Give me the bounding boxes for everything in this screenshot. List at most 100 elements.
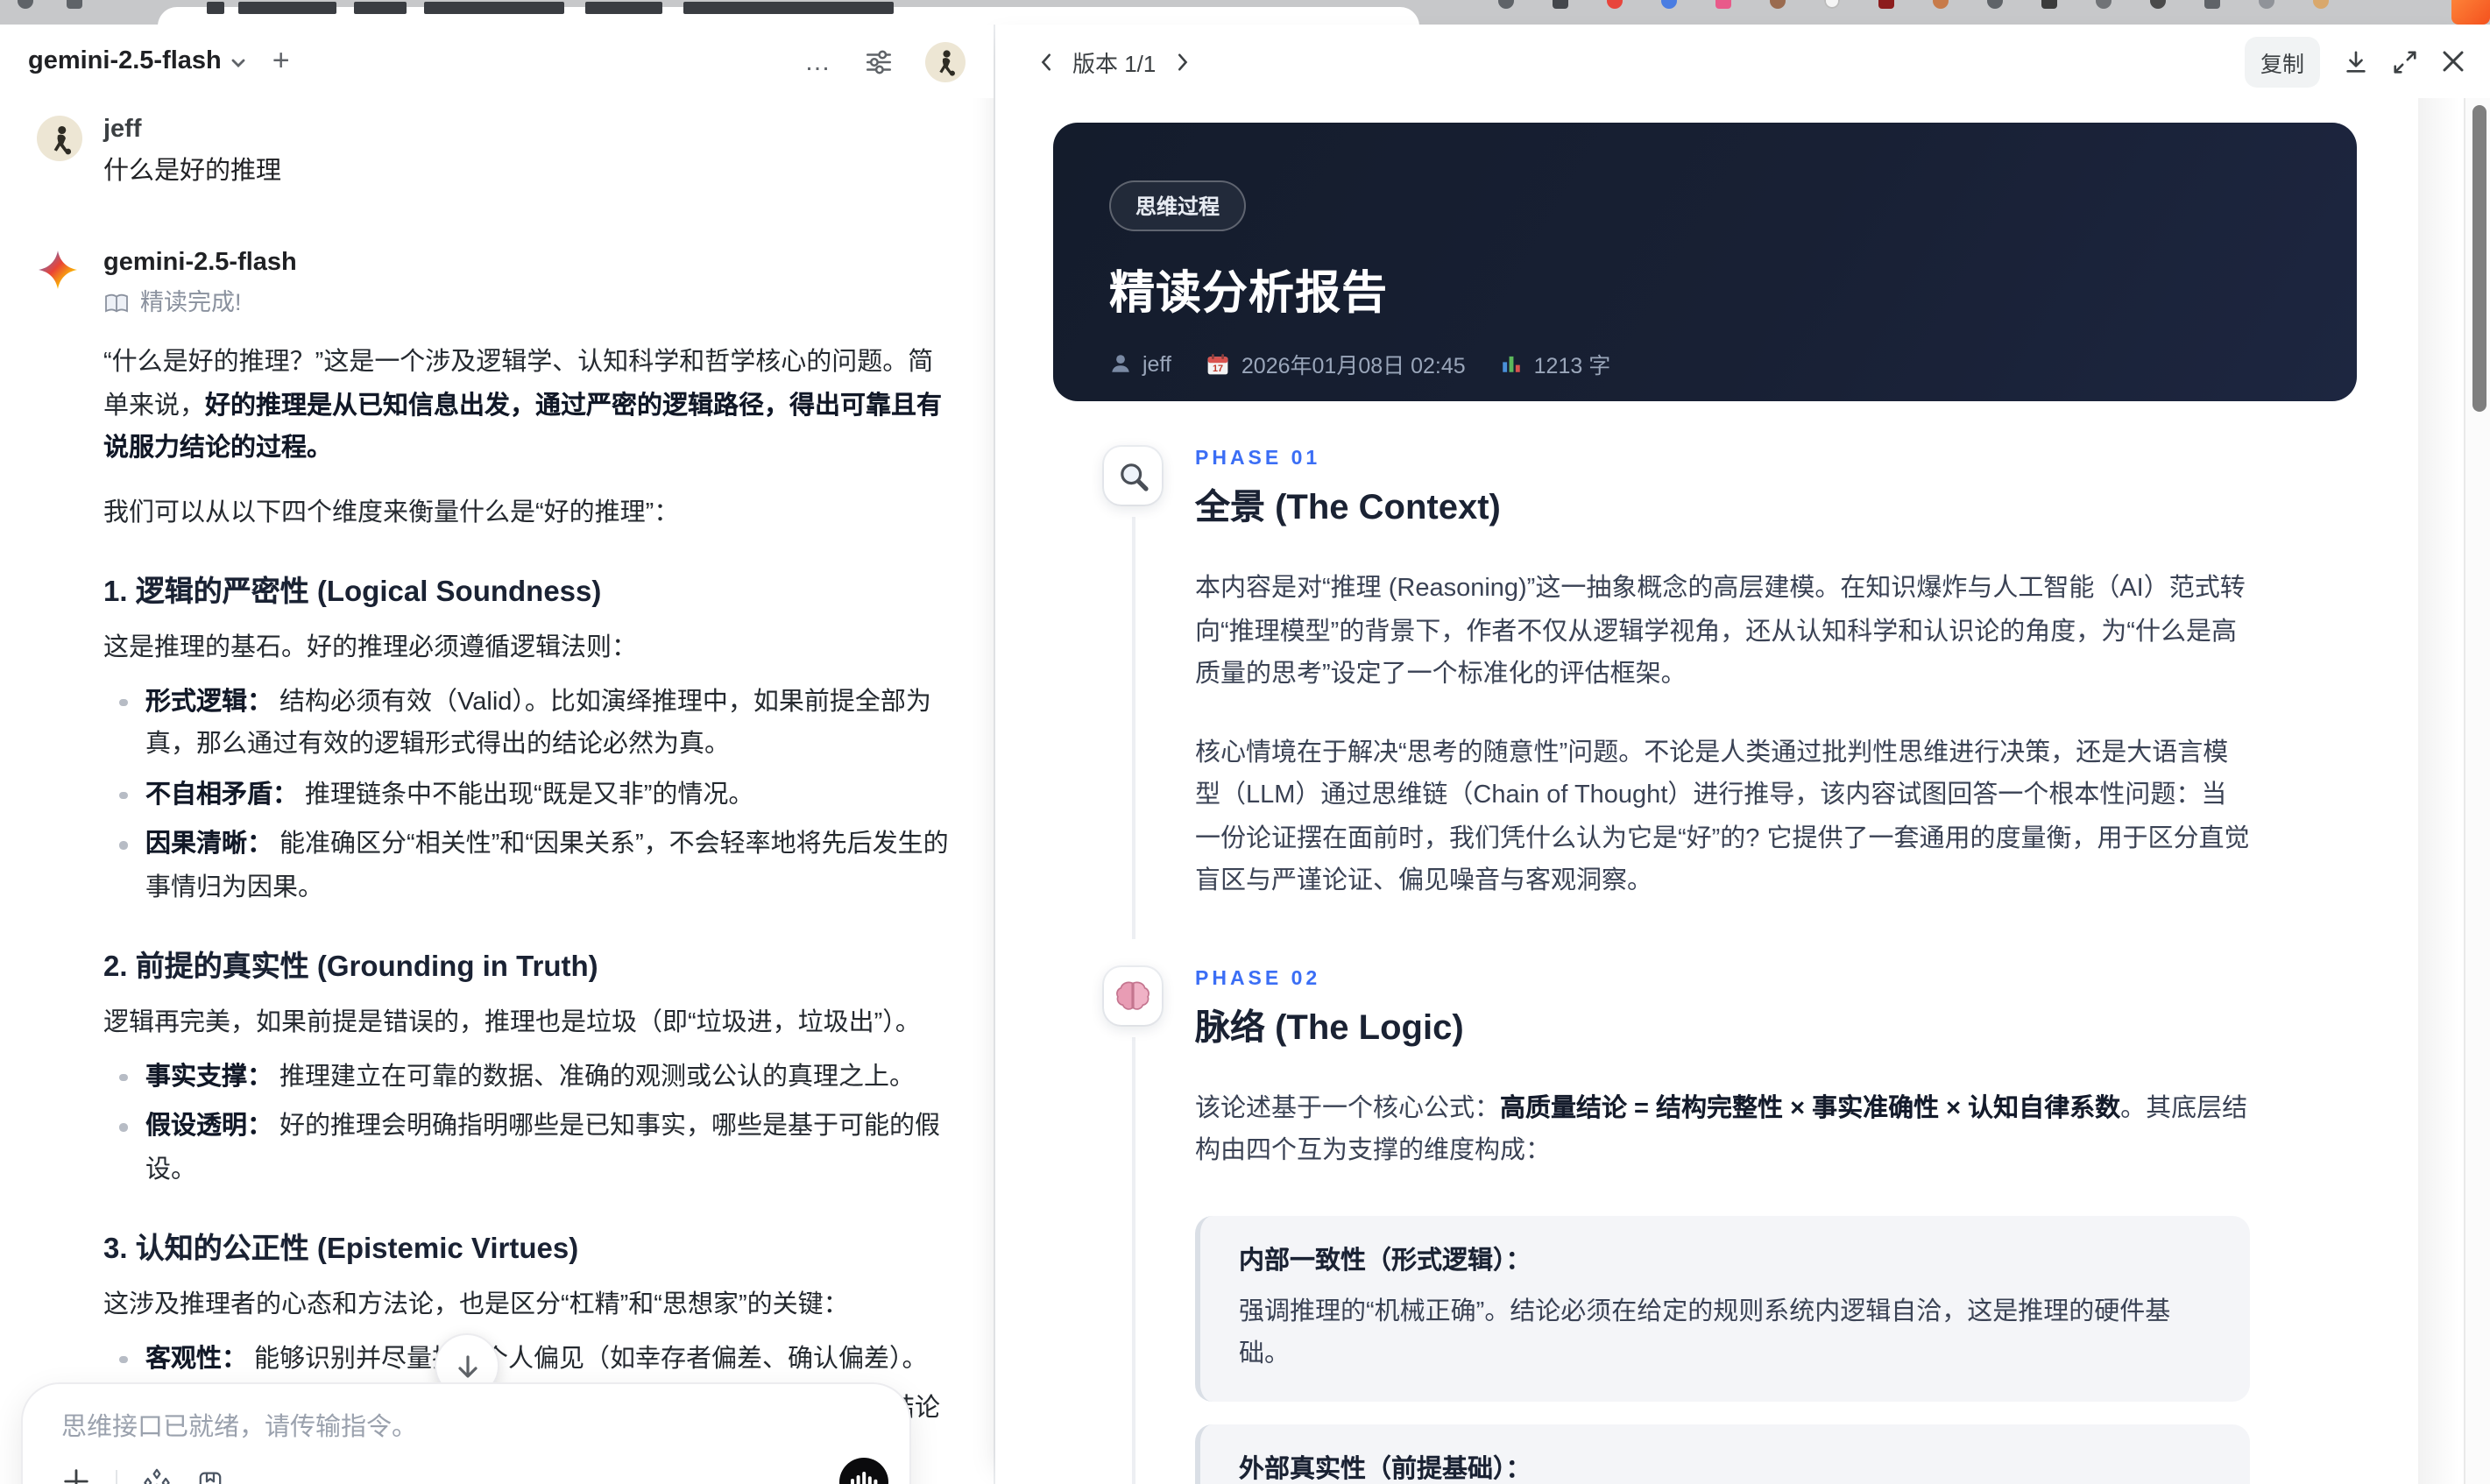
card-title: 内部一致性（形式逻辑）： — [1239, 1247, 1531, 1275]
chevron-down-icon — [232, 59, 246, 67]
user-avatar[interactable] — [925, 41, 966, 81]
app-window: gemini-2.5-flash + … jeff 什么是好的推理 gemini… — [0, 0, 2490, 1484]
user-message: jeff 什么是好的推理 — [37, 112, 959, 193]
chat-section-heading: 2. 前提的真实性 (Grounding in Truth) — [103, 951, 598, 983]
chat-section-heading: 3. 认知的公正性 (Epistemic Virtues) — [103, 1233, 579, 1265]
timeline-connector — [1132, 517, 1135, 938]
model-settings-icon[interactable] — [864, 46, 894, 76]
new-chat-button[interactable]: + — [272, 44, 290, 79]
tools-button[interactable] — [142, 1466, 172, 1484]
extension-icon-fragment — [1553, 0, 1568, 9]
model-selector[interactable]: gemini-2.5-flash — [28, 47, 248, 75]
browser-toolbar-strip — [0, 0, 2490, 25]
attach-button[interactable] — [61, 1466, 91, 1484]
voice-input-button[interactable] — [839, 1458, 888, 1484]
extension-icon-fragment — [1933, 0, 1949, 9]
chat-bullet-item: 不自相矛盾： 推理链条中不能出现“既是又非”的情况。 — [103, 774, 959, 816]
scrollbar-track[interactable] — [2464, 98, 2490, 1484]
extension-icon-fragment — [1770, 0, 1786, 9]
chat-message-list[interactable]: jeff 什么是好的推理 gemini-2.5-flash 精读完成! “什么是… — [0, 98, 994, 1484]
phase-card-list: 内部一致性（形式逻辑）： 强调推理的“机械正确”。结论必须在给定的规则系统内逻辑自… — [1195, 1215, 2250, 1484]
model-name: gemini-2.5-flash — [28, 47, 222, 75]
chat-bullet-item: 形式逻辑： 结构必须有效（Valid）。比如演绎推理中，如果前提全部为真，那么通… — [103, 681, 959, 767]
report-phase-section: PHASE 02 脉络 (The Logic) 该论述基于一个核心公式：高质量结论 … — [995, 966, 2418, 1484]
assistant-body: “什么是好的推理？”这是一个涉及逻辑学、认知科学和哲学核心的问题。简单来说，好的… — [103, 342, 959, 1484]
arrow-down-icon — [457, 1354, 477, 1377]
assistant-name: gemini-2.5-flash — [103, 249, 297, 277]
calendar-icon: 17 — [1208, 353, 1229, 374]
chat-section-heading: 1. 逻辑的严密性 (Logical Soundness) — [103, 576, 602, 608]
user-message-text: 什么是好的推理 — [103, 158, 281, 186]
chat-bullet-item: 事实支撑： 推理建立在可靠的数据、准确的观测或公认的真理之上。 — [103, 1056, 959, 1099]
timeline-connector — [1132, 1036, 1135, 1484]
phase-title: 脉络 (The Logic) — [1195, 1008, 1464, 1047]
report-meta: jeff 17 2026年01月08日 02:45 1213 字 — [1109, 347, 2301, 380]
download-button[interactable] — [2343, 48, 2369, 74]
artifact-header: 版本 1/1 复制 — [995, 25, 2490, 98]
chat-section-description: 这涉及推理者的心态和方法论，也是区分“杠精”和“思想家”的关键： — [103, 1291, 849, 1319]
chat-section-description: 这是推理的基石。好的推理必须遵循逻辑法则： — [103, 634, 637, 662]
assistant-status-text: 精读完成! — [140, 289, 242, 315]
browser-profile-blob — [2451, 0, 2490, 25]
report-hero: 思维过程 精读分析报告 jeff 17 2026年01月08日 02:45 121… — [1053, 123, 2357, 401]
report-phases: PHASE 01 全景 (The Context) 本内容是对“推理 (Reason… — [995, 447, 2418, 1484]
report-title: 精读分析报告 — [1109, 266, 1389, 319]
report-date: 2026年01月08日 02:45 — [1241, 354, 1466, 378]
user-avatar — [37, 116, 82, 161]
report-type-badge: 思维过程 — [1109, 180, 1247, 231]
expand-button[interactable] — [2392, 48, 2418, 74]
extension-icon-fragment — [2150, 0, 2166, 9]
bookmark-button[interactable] — [196, 1467, 224, 1484]
message-composer[interactable]: 思维接口已就绪，请传输指令。 — [21, 1382, 911, 1484]
report-phase-section: PHASE 01 全景 (The Context) 本内容是对“推理 (Reason… — [995, 447, 2418, 938]
book-icon — [105, 293, 128, 312]
assistant-lead-paragraph: 我们可以从以下四个维度来衡量什么是“好的推理”： — [103, 498, 680, 526]
dimension-card: 外部真实性（前提基础）：强调推理的“经验校准”。解决“GIGO（垃圾进，垃圾出）… — [1195, 1424, 2250, 1484]
next-version-button[interactable] — [1171, 52, 1191, 71]
close-button[interactable] — [2441, 49, 2465, 74]
user-name: jeff — [103, 116, 142, 144]
copy-button[interactable]: 复制 — [2244, 36, 2320, 87]
magnifier-icon — [1104, 447, 1162, 505]
brain-icon — [1104, 966, 1162, 1024]
extension-icon-fragment — [1987, 0, 2003, 9]
report-author: jeff — [1142, 351, 1171, 376]
phase-paragraph: 本内容是对“推理 (Reasoning)”这一抽象概念的高层建模。在知识爆炸与人… — [1195, 575, 2246, 689]
artifact-panel: 版本 1/1 复制 思维过程 精读分析报告 jeff 17 2026年01月08日… — [995, 25, 2490, 1484]
assistant-intro-paragraph: “什么是好的推理？”这是一个涉及逻辑学、认知科学和哲学核心的问题。简单来说，好的… — [103, 349, 942, 463]
bullet-dot — [119, 841, 127, 849]
chat-bullet-list: 形式逻辑： 结构必须有效（Valid）。比如演绎推理中，如果前提全部为真，那么通… — [103, 681, 959, 909]
chat-panel: gemini-2.5-flash + … jeff 什么是好的推理 gemini… — [0, 25, 995, 1484]
card-title: 外部真实性（前提基础）： — [1239, 1455, 1531, 1483]
extension-icon-fragment — [1661, 0, 1677, 9]
bullet-dot — [119, 1123, 127, 1131]
phase-paragraph: 核心情境在于解决“思考的随意性”问题。不论是人类通过批判性思维进行决策，还是大语… — [1195, 738, 2250, 895]
browser-icon-fragment — [18, 0, 33, 9]
version-navigator: 版本 1/1 — [1037, 45, 1191, 78]
phase-paragraph: 该论述基于一个核心公式：高质量结论 = 结构完整性 × 事实准确性 × 认知自律… — [1195, 1094, 2248, 1165]
extension-icon-fragment — [2259, 0, 2274, 9]
svg-text:17: 17 — [1213, 363, 1224, 373]
bullet-dot — [119, 791, 127, 799]
phase-label: PHASE 02 — [1195, 968, 1321, 989]
extension-icon-fragment — [2204, 0, 2220, 9]
composer-placeholder: 思维接口已就绪，请传输指令。 — [61, 1414, 417, 1442]
phase-title: 全景 (The Context) — [1195, 489, 1501, 527]
address-bar[interactable] — [158, 2, 1419, 25]
person-icon — [1112, 355, 1129, 372]
bar-chart-icon — [1503, 356, 1521, 372]
extension-icon-fragment — [2313, 0, 2329, 9]
dimension-card: 内部一致性（形式逻辑）： 强调推理的“机械正确”。结论必须在给定的规则系统内逻辑自… — [1195, 1215, 2250, 1401]
previous-version-button[interactable] — [1037, 52, 1057, 71]
bullet-dot — [119, 698, 127, 706]
report-document[interactable]: 思维过程 精读分析报告 jeff 17 2026年01月08日 02:45 121… — [995, 98, 2418, 1484]
extension-icon-fragment — [1715, 0, 1731, 9]
more-options-button[interactable]: … — [804, 46, 832, 76]
scrollbar-thumb[interactable] — [2472, 105, 2486, 412]
extension-icon-fragment — [1878, 0, 1894, 9]
browser-icon-fragment — [67, 0, 82, 9]
extension-icon-fragment — [2041, 0, 2057, 9]
assistant-message: gemini-2.5-flash 精读完成! “什么是好的推理？”这是一个涉及逻… — [37, 245, 959, 1484]
phase-label: PHASE 01 — [1195, 449, 1321, 470]
chat-bullet-item: 因果清晰： 能准确区分“相关性”和“因果关系”，不会轻率地将先后发生的事情归为因… — [103, 823, 959, 909]
